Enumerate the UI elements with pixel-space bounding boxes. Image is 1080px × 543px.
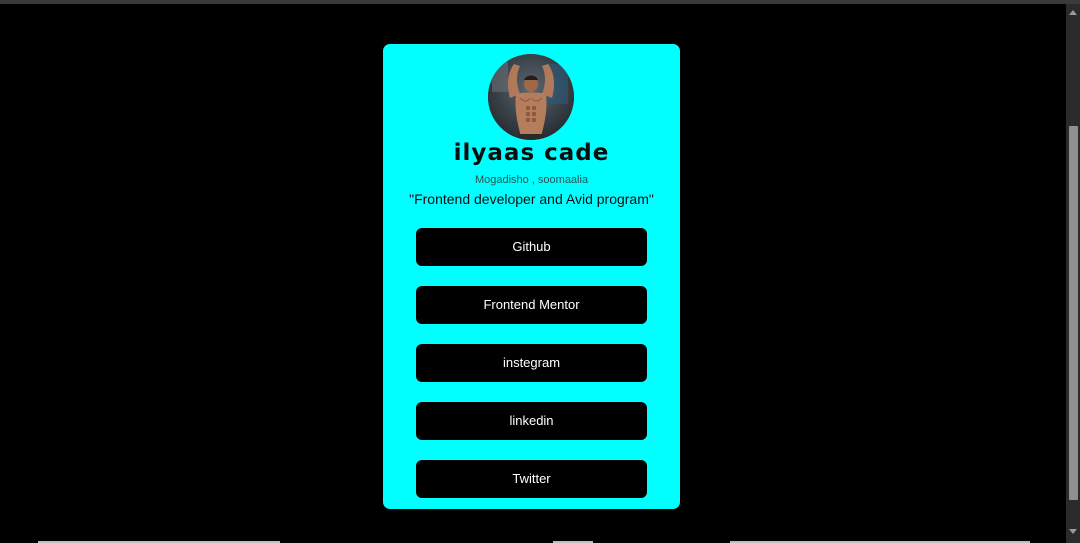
linkedin-link-button[interactable]: linkedin (416, 402, 647, 440)
github-link-button[interactable]: Github (416, 228, 647, 266)
vertical-scrollbar[interactable] (1066, 4, 1080, 543)
avatar (488, 54, 574, 140)
instagram-link-button[interactable]: instegram (416, 344, 647, 382)
scroll-thumb[interactable] (1069, 126, 1078, 500)
scroll-down-arrow-icon[interactable] (1069, 529, 1077, 534)
social-links-list: Github Frontend Mentor instegram linkedi… (416, 228, 647, 498)
profile-card: ilyaas cade Mogadisho , soomaalia "Front… (383, 44, 680, 509)
profile-bio: "Frontend developer and Avid program" (409, 191, 654, 207)
frontend-mentor-link-button[interactable]: Frontend Mentor (416, 286, 647, 324)
profile-location: Mogadisho , soomaalia (474, 174, 589, 186)
twitter-link-button[interactable]: Twitter (416, 460, 647, 498)
avatar-photo-icon (488, 54, 574, 140)
scroll-up-arrow-icon[interactable] (1069, 10, 1077, 15)
profile-name: ilyaas cade (453, 140, 610, 166)
